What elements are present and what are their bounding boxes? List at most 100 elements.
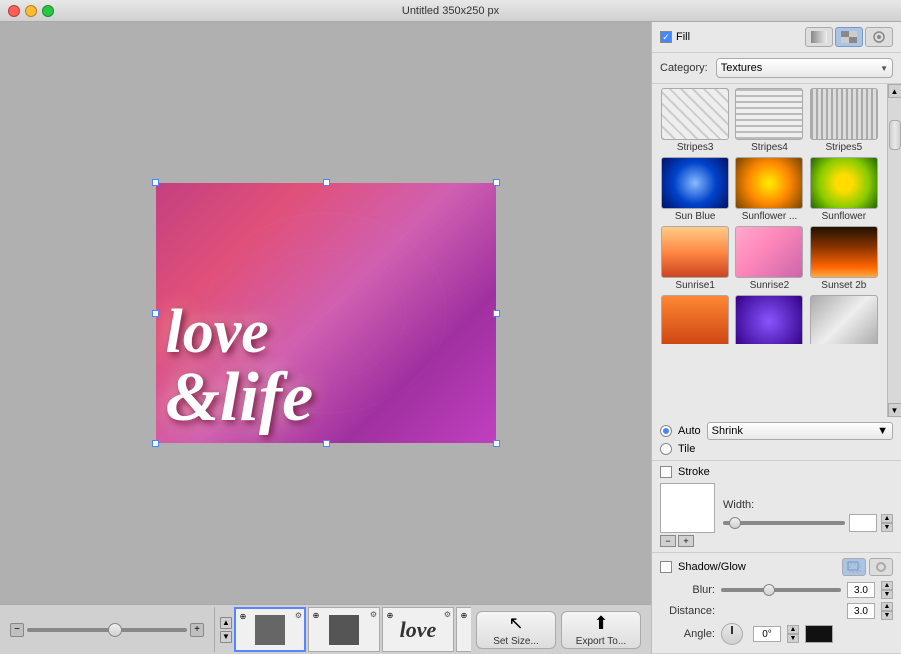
set-size-button[interactable]: ↖ Set Size... xyxy=(476,611,556,649)
thumbnail-strip: ▲ ▼ ⊕ ⚙ ⊕ ⚙ ⊕ ⚙ love xyxy=(214,607,471,652)
fill-type-buttons xyxy=(805,27,893,47)
shrink-select[interactable]: Shrink ▼ xyxy=(707,422,893,440)
thumbnail-1[interactable]: ⊕ ⚙ xyxy=(234,607,306,652)
auto-radio[interactable] xyxy=(660,425,672,437)
shadow-section: Shadow/Glow xyxy=(652,553,901,654)
scroll-down-button[interactable]: ▼ xyxy=(888,403,901,417)
thumbnail-2[interactable]: ⊕ ⚙ xyxy=(308,607,380,652)
texture-stripes5[interactable]: Stripes5 xyxy=(809,88,879,153)
texture-thumb-sunblue xyxy=(661,157,729,209)
angle-dial[interactable] xyxy=(721,623,743,645)
bottom-bar: − + ▲ ▼ ⊕ ⚙ ⊕ ⚙ xyxy=(0,604,651,654)
close-button[interactable] xyxy=(8,5,20,17)
shrink-arrow-icon: ▼ xyxy=(877,425,888,437)
width-stepper-down[interactable]: ▼ xyxy=(881,523,893,532)
radial-icon xyxy=(871,31,887,43)
category-select[interactable]: Textures ▼ xyxy=(716,58,893,78)
blur-stepper-up[interactable]: ▲ xyxy=(881,581,893,590)
texture-sunrise1[interactable]: Sunrise1 xyxy=(660,226,730,291)
texture-thumb-sunflower2 xyxy=(810,157,878,209)
handle-top-right[interactable] xyxy=(493,179,500,186)
width-slider-thumb[interactable] xyxy=(729,517,741,529)
export-icon: ⬆ xyxy=(593,613,608,634)
title-bar: Untitled 350x250 px xyxy=(0,0,901,22)
distance-value: 3.0 xyxy=(847,603,875,619)
texture-label-sunrise1: Sunrise1 xyxy=(675,280,714,291)
texture-sunrise2[interactable]: Sunrise2 xyxy=(734,226,804,291)
texture-sunset2b[interactable]: Sunset 2b xyxy=(809,226,879,291)
handle-mid-left[interactable] xyxy=(152,310,159,317)
zoom-slider-track[interactable] xyxy=(27,628,187,632)
zoom-slider-thumb[interactable] xyxy=(108,623,122,637)
thumbnail-3[interactable]: ⊕ ⚙ love xyxy=(382,607,454,652)
handle-bot-left[interactable] xyxy=(152,440,159,447)
zoom-out-button[interactable]: − xyxy=(10,623,24,637)
thumb-icon-2: ⊕ xyxy=(311,610,321,620)
texture-last1[interactable] xyxy=(660,295,730,344)
texture-sunflower1[interactable]: Sunflower ... xyxy=(734,157,804,222)
export-to-button[interactable]: ⬆ Export To... xyxy=(561,611,641,649)
zoom-in-button[interactable]: + xyxy=(190,623,204,637)
stroke-checkbox[interactable] xyxy=(660,466,672,478)
tile-radio[interactable] xyxy=(660,443,672,455)
stroke-label: Stroke xyxy=(678,466,710,478)
blur-slider-thumb[interactable] xyxy=(763,584,775,596)
distance-stepper-down[interactable]: ▼ xyxy=(881,611,893,620)
scroll-up-button[interactable]: ▲ xyxy=(888,84,901,98)
maximize-button[interactable] xyxy=(42,5,54,17)
shadow-glow-icon xyxy=(873,560,889,574)
width-value-box xyxy=(849,514,877,532)
distance-stepper-up[interactable]: ▲ xyxy=(881,602,893,611)
thumb-prev-button[interactable]: ▲ xyxy=(220,617,232,629)
category-value: Textures xyxy=(721,62,763,74)
width-stepper-up[interactable]: ▲ xyxy=(881,514,893,523)
action-buttons: ↖ Set Size... ⬆ Export To... xyxy=(476,611,646,649)
width-slider-track[interactable] xyxy=(723,521,845,525)
texture-thumb-last2 xyxy=(735,295,803,344)
handle-mid-right[interactable] xyxy=(493,310,500,317)
texture-last2[interactable] xyxy=(734,295,804,344)
texture-stripes4[interactable]: Stripes4 xyxy=(734,88,804,153)
fill-type-linear[interactable] xyxy=(805,27,833,47)
texture-sunblue[interactable]: Sun Blue xyxy=(660,157,730,222)
shadow-drop-button[interactable] xyxy=(842,558,866,576)
tile-label: Tile xyxy=(678,443,695,455)
shadow-checkbox[interactable] xyxy=(660,561,672,573)
handle-top-mid[interactable] xyxy=(323,179,330,186)
texture-last3[interactable] xyxy=(809,295,879,344)
stroke-color-minus[interactable]: − xyxy=(660,535,676,547)
shadow-glow-button[interactable] xyxy=(869,558,893,576)
angle-value: 0° xyxy=(753,626,781,642)
canvas-frame[interactable]: love &life xyxy=(156,183,496,443)
fill-checkbox[interactable]: ✓ xyxy=(660,31,672,43)
texture-sunflower2[interactable]: Sunflower xyxy=(809,157,879,222)
minimize-button[interactable] xyxy=(25,5,37,17)
canvas-text-line1: love xyxy=(166,301,486,363)
handle-bot-right[interactable] xyxy=(493,440,500,447)
blur-stepper-down[interactable]: ▼ xyxy=(881,590,893,599)
shadow-color-swatch[interactable] xyxy=(805,625,833,643)
texture-area: Stripes3 Stripes4 Stripes5 Sun Blue xyxy=(652,84,901,417)
thumb-nav-expand[interactable]: ▼ xyxy=(220,631,232,643)
category-row: Category: Textures ▼ xyxy=(652,53,901,84)
export-to-label: Export To... xyxy=(576,636,626,647)
texture-label-sunset2b: Sunset 2b xyxy=(821,280,866,291)
stroke-color-box[interactable] xyxy=(660,483,715,533)
angle-stepper-up[interactable]: ▲ xyxy=(787,625,799,634)
blur-label: Blur: xyxy=(660,584,715,596)
fill-type-radial[interactable] xyxy=(865,27,893,47)
stroke-color-plus[interactable]: + xyxy=(678,535,694,547)
canvas-display-text: love &life xyxy=(166,301,486,433)
handle-top-left[interactable] xyxy=(152,179,159,186)
blur-slider-track[interactable] xyxy=(721,588,841,592)
fill-header: ✓ Fill xyxy=(652,22,901,53)
thumbnail-4[interactable]: ⊕ ⚙ lo xyxy=(456,607,471,652)
scroll-track xyxy=(889,100,901,401)
handle-bot-mid[interactable] xyxy=(323,440,330,447)
texture-stripes3[interactable]: Stripes3 xyxy=(660,88,730,153)
scroll-thumb[interactable] xyxy=(889,120,901,150)
thumb-settings-1: ⚙ xyxy=(295,611,302,620)
fill-type-texture[interactable] xyxy=(835,27,863,47)
angle-stepper-down[interactable]: ▼ xyxy=(787,634,799,643)
texture-label-stripes4: Stripes4 xyxy=(751,142,788,153)
